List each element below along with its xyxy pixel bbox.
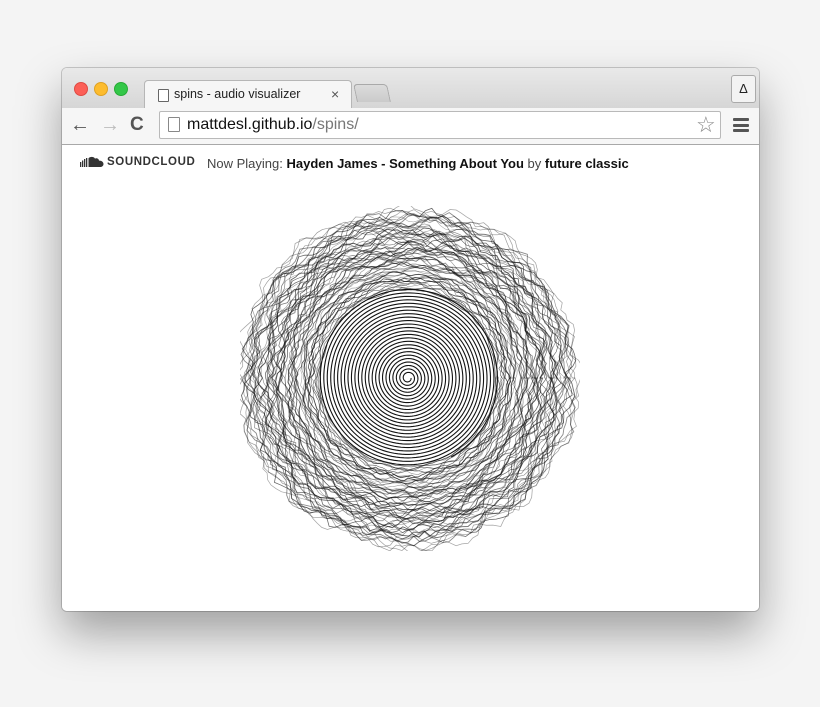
page-content: SOUNDCLOUD Now Playing: Hayden James - S…	[62, 145, 759, 611]
tab-title: spins - audio visualizer	[174, 87, 301, 101]
reload-icon[interactable]: C	[130, 113, 144, 137]
soundcloud-cloud-icon	[80, 156, 104, 167]
new-tab-button[interactable]	[353, 84, 391, 102]
by-label: by	[527, 156, 542, 171]
browser-window: spins - audio visualizer × Δ ← → C mattd…	[62, 68, 759, 611]
browser-toolbar: ← → C mattdesl.github.io/spins/ ☆	[62, 108, 759, 145]
page-icon	[168, 117, 180, 132]
address-bar[interactable]: mattdesl.github.io/spins/ ☆	[159, 111, 721, 139]
bookmark-star-icon[interactable]: ☆	[696, 112, 716, 138]
now-playing-prefix: Now Playing:	[207, 156, 283, 171]
track-title[interactable]: Hayden James - Something About You	[287, 156, 524, 171]
minimize-window-button[interactable]	[94, 82, 108, 96]
tab-active[interactable]: spins - audio visualizer ×	[144, 80, 352, 110]
forward-arrow-icon[interactable]: →	[100, 113, 120, 137]
audio-visualizer-spiral	[240, 206, 580, 551]
page-icon	[158, 89, 169, 102]
url-path: /spins/	[312, 116, 359, 133]
tab-strip: spins - audio visualizer × Δ	[62, 68, 759, 110]
hamburger-menu-icon[interactable]	[733, 118, 749, 132]
close-window-button[interactable]	[74, 82, 88, 96]
soundcloud-logo[interactable]: SOUNDCLOUD	[80, 156, 195, 168]
zoom-window-button[interactable]	[114, 82, 128, 96]
artist-name[interactable]: future classic	[545, 156, 629, 171]
profile-button[interactable]: Δ	[731, 75, 756, 103]
now-playing-line: Now Playing: Hayden James - Something Ab…	[207, 156, 629, 171]
back-arrow-icon[interactable]: ←	[70, 113, 90, 137]
url-host: mattdesl.github.io	[187, 116, 313, 133]
soundcloud-wordmark: SOUNDCLOUD	[107, 156, 196, 168]
url-text[interactable]: mattdesl.github.io/spins/	[187, 115, 359, 135]
tab-close-icon[interactable]: ×	[331, 85, 339, 103]
